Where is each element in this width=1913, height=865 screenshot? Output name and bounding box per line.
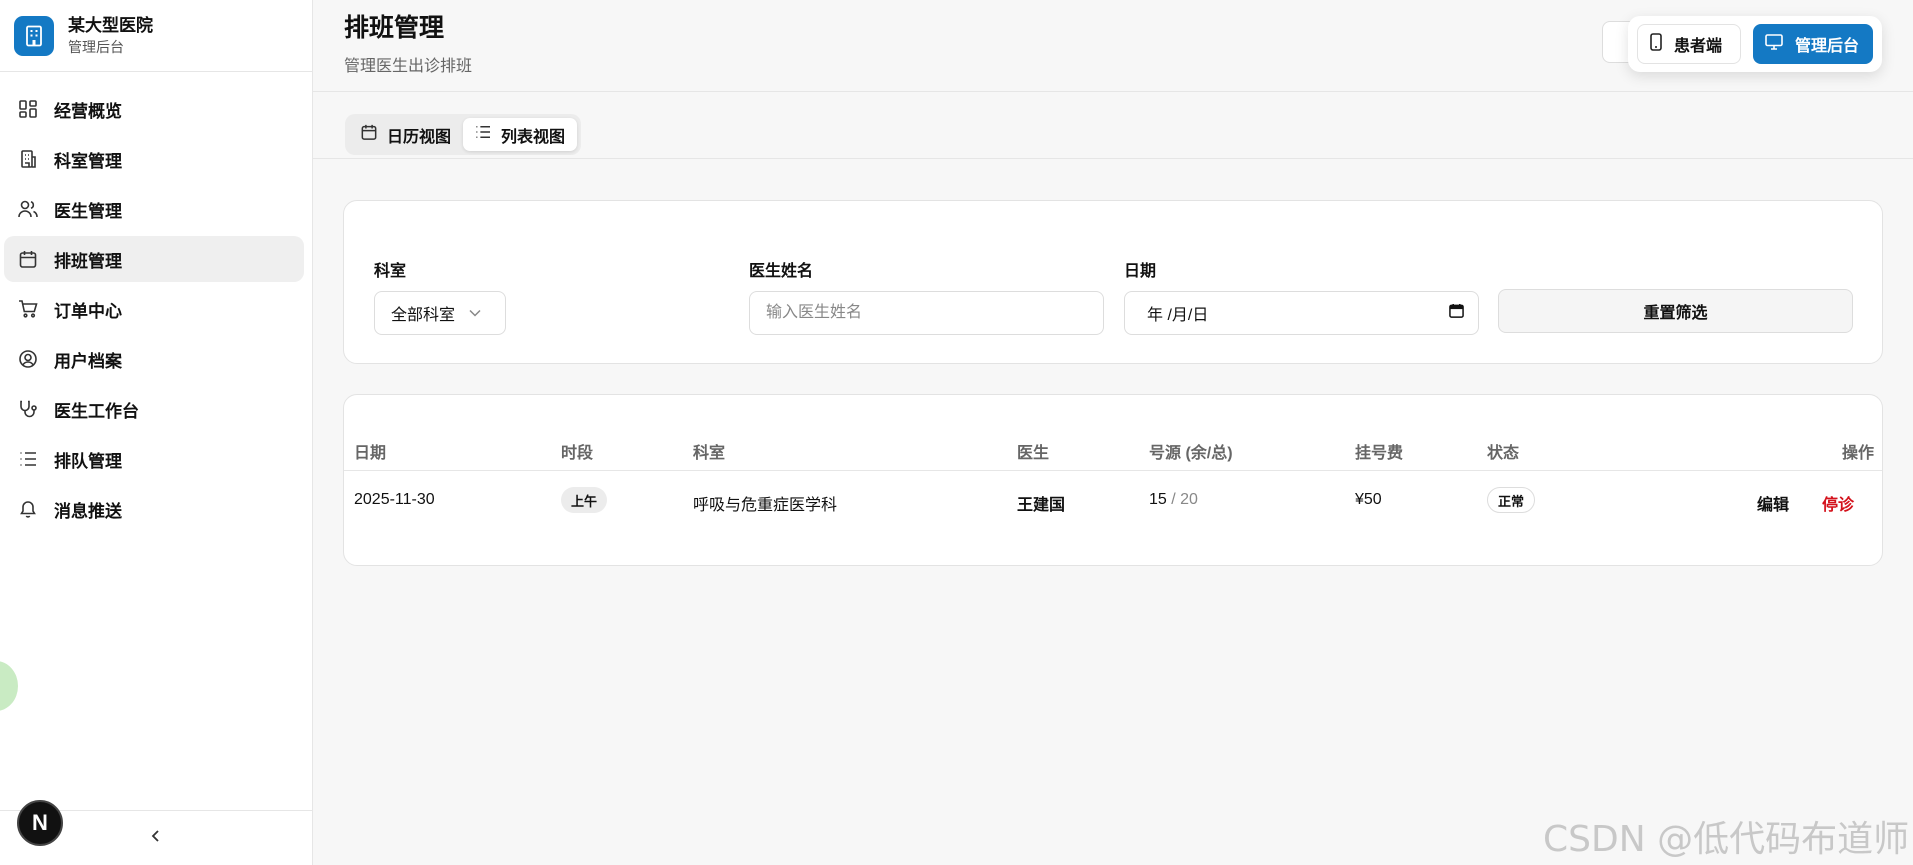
column-header-status: 状态 [1487,445,1520,462]
brand-name: 某大型医院 [68,15,153,35]
tab-label: 列表视图 [501,128,566,146]
sidebar-nav: 经营概览 科室管理 医生管理 排班管理 订单中心 用户档案 医生工作台 排队管理… [0,72,312,532]
table-header-row: 日期 时段 科室 医生 号源 (余/总) 挂号费 状态 操作 [344,439,1882,471]
stop-clinic-button[interactable]: 停诊 [1822,491,1854,515]
sidebar-item-label: 订单中心 [54,301,122,321]
tab-calendar-view[interactable]: 日历视图 [349,118,463,151]
brand-header: 某大型医院 管理后台 [0,0,312,72]
sidebar-item-departments[interactable]: 科室管理 [4,136,304,182]
hospital-building-icon [14,15,54,56]
sidebar-item-label: 科室管理 [54,151,122,171]
date-input-value: 年 /月/日 [1147,307,1209,324]
dashboard-grid-icon [18,99,38,119]
mode-switch: 患者端 管理后台 [1628,16,1882,72]
slots-total: / 20 [1166,491,1198,508]
date-filter: 日期 年 /月/日 [1124,257,1479,335]
reset-filters-button[interactable]: 重置筛选 [1498,289,1853,333]
admin-mode-label: 管理后台 [1794,38,1859,55]
cell-date: 2025-11-30 [354,491,435,508]
sidebar-item-label: 排班管理 [54,251,122,271]
chevron-down-icon [469,304,481,322]
chevron-left-icon[interactable] [150,829,162,848]
floating-assistant-button[interactable] [0,661,18,711]
column-header-doctor: 医生 [1017,445,1050,462]
stethoscope-icon [18,399,38,419]
main-content: 排班管理 管理医生出诊排班 患者端 管理后台 日历视图 列表视图 科室 全部科室… [313,0,1913,865]
tab-label: 日历视图 [387,128,452,146]
department-select[interactable]: 全部科室 [374,291,506,335]
sidebar-item-orders[interactable]: 订单中心 [4,286,304,332]
calendar-icon [361,124,377,145]
sidebar-item-label: 消息推送 [54,501,122,521]
list-icon [475,125,491,144]
building-icon [18,149,38,169]
dev-tools-badge[interactable]: N [17,800,63,846]
patient-mode-label: 患者端 [1674,38,1723,55]
tab-list-view[interactable]: 列表视图 [463,118,578,151]
user-circle-icon [18,349,38,369]
column-header-fee: 挂号费 [1355,445,1404,462]
edit-button[interactable]: 编辑 [1757,491,1789,515]
column-header-period: 时段 [561,445,594,462]
sidebar-item-label: 排队管理 [54,451,122,471]
doctor-name-input[interactable] [749,291,1104,335]
cell-doctor: 王建国 [1017,497,1066,514]
brand-subtitle: 管理后台 [68,38,124,55]
calendar-picker-icon[interactable] [1449,303,1464,323]
filter-card: 科室 全部科室 医生姓名 日期 年 /月/日 重置筛选 [343,200,1883,364]
date-input[interactable]: 年 /月/日 [1124,291,1479,335]
column-header-slots: 号源 (余/总) [1149,445,1233,462]
list-icon [18,449,38,469]
date-filter-label: 日期 [1124,263,1157,280]
view-tabs: 日历视图 列表视图 [345,114,582,155]
sidebar-item-label: 医生工作台 [54,401,139,421]
cell-slots: 15 / 20 [1149,491,1198,509]
period-badge: 上午 [561,487,608,513]
doctor-filter: 医生姓名 [749,257,1104,335]
bell-icon [18,499,38,519]
doctor-filter-label: 医生姓名 [749,263,814,280]
column-header-department: 科室 [693,445,726,462]
status-badge: 正常 [1487,487,1536,513]
sidebar-item-label: 经营概览 [54,101,122,121]
sidebar-item-doctors[interactable]: 医生管理 [4,186,304,232]
column-header-actions: 操作 [1841,445,1874,462]
sidebar-item-overview[interactable]: 经营概览 [4,86,304,132]
table-row: 2025-11-30 上午 呼吸与危重症医学科 王建国 15 / 20 ¥50 … [344,471,1882,531]
slots-remaining: 15 [1149,491,1167,508]
view-bar: 日历视图 列表视图 [313,92,1913,159]
sidebar-item-label: 用户档案 [54,351,122,371]
sidebar-item-queue[interactable]: 排队管理 [4,436,304,482]
column-header-date: 日期 [354,445,387,462]
sidebar-item-doctor-workbench[interactable]: 医生工作台 [4,386,304,432]
department-select-value: 全部科室 [391,307,456,324]
admin-mode-button[interactable]: 管理后台 [1752,24,1873,64]
cart-icon [18,299,38,319]
mobile-phone-icon [1650,32,1662,56]
users-icon [18,199,38,219]
department-filter: 科室 全部科室 [374,257,506,335]
cell-department: 呼吸与危重症医学科 [693,497,838,514]
sidebar-item-user-profiles[interactable]: 用户档案 [4,336,304,382]
watermark: CSDN @低代码布道师 [1543,819,1910,860]
monitor-icon [1765,33,1783,55]
department-filter-label: 科室 [374,263,407,280]
patient-mode-button[interactable]: 患者端 [1637,24,1741,64]
cell-fee: ¥50 [1355,491,1382,508]
sidebar: 某大型医院 管理后台 经营概览 科室管理 医生管理 排班管理 订单中心 用户档案 [0,0,313,865]
sidebar-item-schedule[interactable]: 排班管理 [4,236,304,282]
schedule-table: 日期 时段 科室 医生 号源 (余/总) 挂号费 状态 操作 2025-11-3… [343,394,1883,566]
calendar-icon [18,249,38,269]
sidebar-item-label: 医生管理 [54,201,122,221]
sidebar-item-notifications[interactable]: 消息推送 [4,486,304,532]
